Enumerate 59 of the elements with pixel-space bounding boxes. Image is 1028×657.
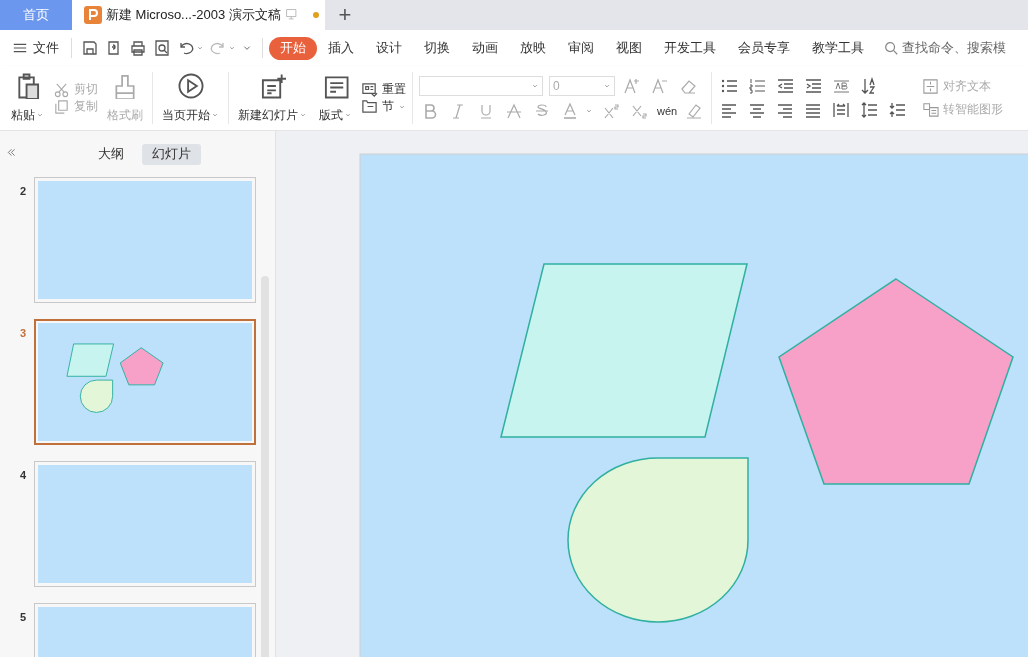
caret-icon [344, 111, 352, 119]
phonetic-guide-button[interactable]: wén [657, 105, 678, 117]
caret-icon[interactable] [228, 44, 236, 52]
pentagon-shape[interactable] [778, 278, 1014, 485]
teardrop-shape[interactable] [567, 457, 749, 623]
reset-button[interactable]: 重置 [361, 81, 406, 98]
search-field[interactable]: 查找命令、搜索模 [883, 40, 1028, 56]
section-icon [361, 98, 378, 115]
caret-icon[interactable] [585, 107, 593, 115]
layout-button[interactable]: 版式 [316, 72, 355, 124]
caret-icon[interactable] [196, 44, 204, 52]
ribbon-tab[interactable]: 教学工具 [801, 36, 875, 60]
new-slide-button[interactable]: 新建幻灯片 [235, 72, 310, 124]
caret-icon [531, 82, 539, 90]
view-tab[interactable]: 大纲 [88, 143, 134, 165]
section-button[interactable]: 节 [361, 98, 406, 115]
ribbon-tab[interactable]: 放映 [509, 36, 557, 60]
ribbon-tab[interactable]: 插入 [317, 36, 365, 60]
presentation-icon [84, 6, 102, 24]
reset-icon [361, 81, 378, 98]
ribbon-tab[interactable]: 切换 [413, 36, 461, 60]
slide-thumbnail[interactable] [34, 177, 256, 303]
ribbon-tab[interactable]: 开发工具 [653, 36, 727, 60]
document-title: 新建 Microso...-2003 演示文稿 [106, 6, 281, 24]
scissors-icon [53, 81, 70, 98]
teardrop-shape [79, 379, 114, 413]
smart-graphic-icon [922, 101, 940, 118]
search-icon [883, 40, 899, 56]
play-icon [177, 72, 204, 99]
file-menu[interactable]: 文件 [12, 39, 65, 57]
slide-number: 5 [20, 611, 26, 625]
paste-button[interactable]: 粘贴 [8, 72, 47, 124]
screen-icon [284, 8, 299, 22]
ribbon-tab[interactable]: 审阅 [557, 36, 605, 60]
ribbon-tab[interactable]: 设计 [365, 36, 413, 60]
ribbon-tab[interactable]: 动画 [461, 36, 509, 60]
slide-number: 3 [20, 327, 26, 341]
caret-icon [603, 82, 611, 90]
view-tab[interactable]: 幻灯片 [142, 143, 201, 165]
caret-icon [211, 111, 219, 119]
align-text-icon [922, 78, 940, 95]
font-name-field[interactable] [419, 76, 543, 96]
parallelogram-shape [66, 343, 115, 377]
parallelogram-shape[interactable] [500, 263, 748, 438]
new-tab-button[interactable]: + [327, 0, 363, 30]
new-slide-icon [259, 72, 286, 99]
slide-number: 4 [20, 469, 26, 483]
caret-icon [299, 111, 307, 119]
brush-icon [112, 72, 138, 99]
pentagon-shape [119, 347, 164, 386]
slide-number: 2 [20, 185, 26, 199]
ribbon-tab[interactable]: 视图 [605, 36, 653, 60]
slideshow-button[interactable]: 当页开始 [159, 72, 222, 124]
ribbon-tab[interactable]: 会员专享 [727, 36, 801, 60]
document-tab[interactable]: 新建 Microso...-2003 演示文稿 [72, 0, 325, 30]
copy-icon [53, 98, 70, 115]
slide-thumbnail[interactable] [34, 461, 256, 587]
slide-thumbnail[interactable] [34, 319, 256, 445]
caret-icon [36, 111, 44, 119]
